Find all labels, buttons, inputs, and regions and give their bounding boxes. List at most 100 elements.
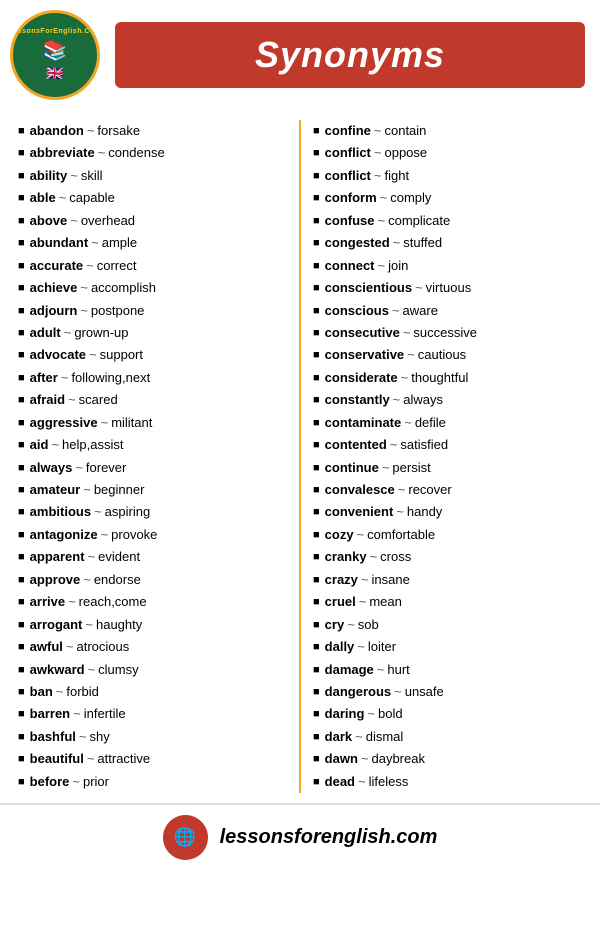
synonym: stuffed xyxy=(403,232,442,253)
list-item: ■congested ~ stuffed xyxy=(313,232,582,253)
synonym: oppose xyxy=(384,142,427,163)
synonym: handy xyxy=(407,501,442,522)
word: aid xyxy=(30,434,49,455)
list-item: ■arrive ~ reach,come xyxy=(18,591,287,612)
bullet-icon: ■ xyxy=(18,436,25,454)
synonym: grown-up xyxy=(74,322,128,343)
synonym: clumsy xyxy=(98,659,138,680)
footer: 🌐 lessonsforenglish.com xyxy=(0,803,600,870)
synonym: infertile xyxy=(84,703,126,724)
bullet-icon: ■ xyxy=(313,616,320,634)
logo-text: LessonsForEnglish.Com xyxy=(10,28,100,36)
bullet-icon: ■ xyxy=(313,661,320,679)
bullet-icon: ■ xyxy=(313,773,320,791)
list-item: ■conscious ~ aware xyxy=(313,300,582,321)
word: conscientious xyxy=(325,277,412,298)
word: damage xyxy=(325,659,374,680)
word: bashful xyxy=(30,726,76,747)
word: dangerous xyxy=(325,681,391,702)
list-item: ■arrogant ~ haughty xyxy=(18,614,287,635)
footer-url[interactable]: lessonsforenglish.com xyxy=(220,826,438,849)
bullet-icon: ■ xyxy=(18,144,25,162)
bullet-icon: ■ xyxy=(18,302,25,320)
bullet-icon: ■ xyxy=(18,324,25,342)
list-item: ■abbreviate ~ condense xyxy=(18,142,287,163)
logo-inner: LessonsForEnglish.Com 📚 🇬🇧 xyxy=(10,28,100,81)
synonym: attractive xyxy=(97,748,150,769)
list-item: ■ability ~ skill xyxy=(18,165,287,186)
bullet-icon: ■ xyxy=(18,750,25,768)
bullet-icon: ■ xyxy=(18,503,25,521)
synonym: persist xyxy=(392,457,430,478)
list-item: ■dark ~ dismal xyxy=(313,726,582,747)
synonym: always xyxy=(403,389,443,410)
synonym: unsafe xyxy=(405,681,444,702)
list-item: ■afraid ~ scared xyxy=(18,389,287,410)
synonym: ample xyxy=(102,232,137,253)
word: afraid xyxy=(30,389,65,410)
synonym: skill xyxy=(81,165,103,186)
synonym: loiter xyxy=(368,636,396,657)
word: contented xyxy=(325,434,387,455)
word: adult xyxy=(30,322,61,343)
synonym: bold xyxy=(378,703,403,724)
word: ability xyxy=(30,165,68,186)
word: amateur xyxy=(30,479,81,500)
list-item: ■amateur ~ beginner xyxy=(18,479,287,500)
content-area: ■abandon ~ forsake■abbreviate ~ condense… xyxy=(0,110,600,798)
list-item: ■confuse ~ complicate xyxy=(313,210,582,231)
synonym: postpone xyxy=(91,300,145,321)
synonym: accomplish xyxy=(91,277,156,298)
globe-icon: 🌐 xyxy=(163,815,208,860)
word: arrogant xyxy=(30,614,83,635)
list-item: ■cruel ~ mean xyxy=(313,591,582,612)
word: arrive xyxy=(30,591,65,612)
bullet-icon: ■ xyxy=(18,257,25,275)
synonym: mean xyxy=(369,591,402,612)
word: confuse xyxy=(325,210,375,231)
word: after xyxy=(30,367,58,388)
synonym: aspiring xyxy=(105,501,151,522)
synonym: daybreak xyxy=(371,748,424,769)
bullet-icon: ■ xyxy=(18,661,25,679)
word: approve xyxy=(30,569,81,590)
word: abundant xyxy=(30,232,89,253)
synonym: help,assist xyxy=(62,434,123,455)
word: ambitious xyxy=(30,501,91,522)
word: barren xyxy=(30,703,70,724)
list-item: ■conscientious ~ virtuous xyxy=(313,277,582,298)
synonym: prior xyxy=(83,771,109,792)
list-item: ■conform ~ comply xyxy=(313,187,582,208)
synonym: insane xyxy=(372,569,410,590)
list-item: ■ban ~ forbid xyxy=(18,681,287,702)
list-item: ■advocate ~ support xyxy=(18,344,287,365)
list-item: ■convenient ~ handy xyxy=(313,501,582,522)
list-item: ■dangerous ~ unsafe xyxy=(313,681,582,702)
list-item: ■before ~ prior xyxy=(18,771,287,792)
word: abandon xyxy=(30,120,84,141)
synonym: forever xyxy=(86,457,126,478)
word: daring xyxy=(325,703,365,724)
bullet-icon: ■ xyxy=(313,548,320,566)
bullet-icon: ■ xyxy=(313,683,320,701)
word: cry xyxy=(325,614,345,635)
list-item: ■dawn ~ daybreak xyxy=(313,748,582,769)
synonym: cross xyxy=(380,546,411,567)
word: achieve xyxy=(30,277,78,298)
synonym: sob xyxy=(358,614,379,635)
list-item: ■cranky ~ cross xyxy=(313,546,582,567)
bullet-icon: ■ xyxy=(18,683,25,701)
bullet-icon: ■ xyxy=(18,548,25,566)
synonym: endorse xyxy=(94,569,141,590)
synonym: reach,come xyxy=(79,591,147,612)
bullet-icon: ■ xyxy=(313,705,320,723)
bullet-icon: ■ xyxy=(313,728,320,746)
word: aggressive xyxy=(30,412,98,433)
list-item: ■cozy ~ comfortable xyxy=(313,524,582,545)
list-item: ■crazy ~ insane xyxy=(313,569,582,590)
logo: LessonsForEnglish.Com 📚 🇬🇧 xyxy=(10,10,100,100)
list-item: ■awkward ~ clumsy xyxy=(18,659,287,680)
synonym: recover xyxy=(408,479,451,500)
word: convenient xyxy=(325,501,394,522)
synonym: support xyxy=(100,344,143,365)
